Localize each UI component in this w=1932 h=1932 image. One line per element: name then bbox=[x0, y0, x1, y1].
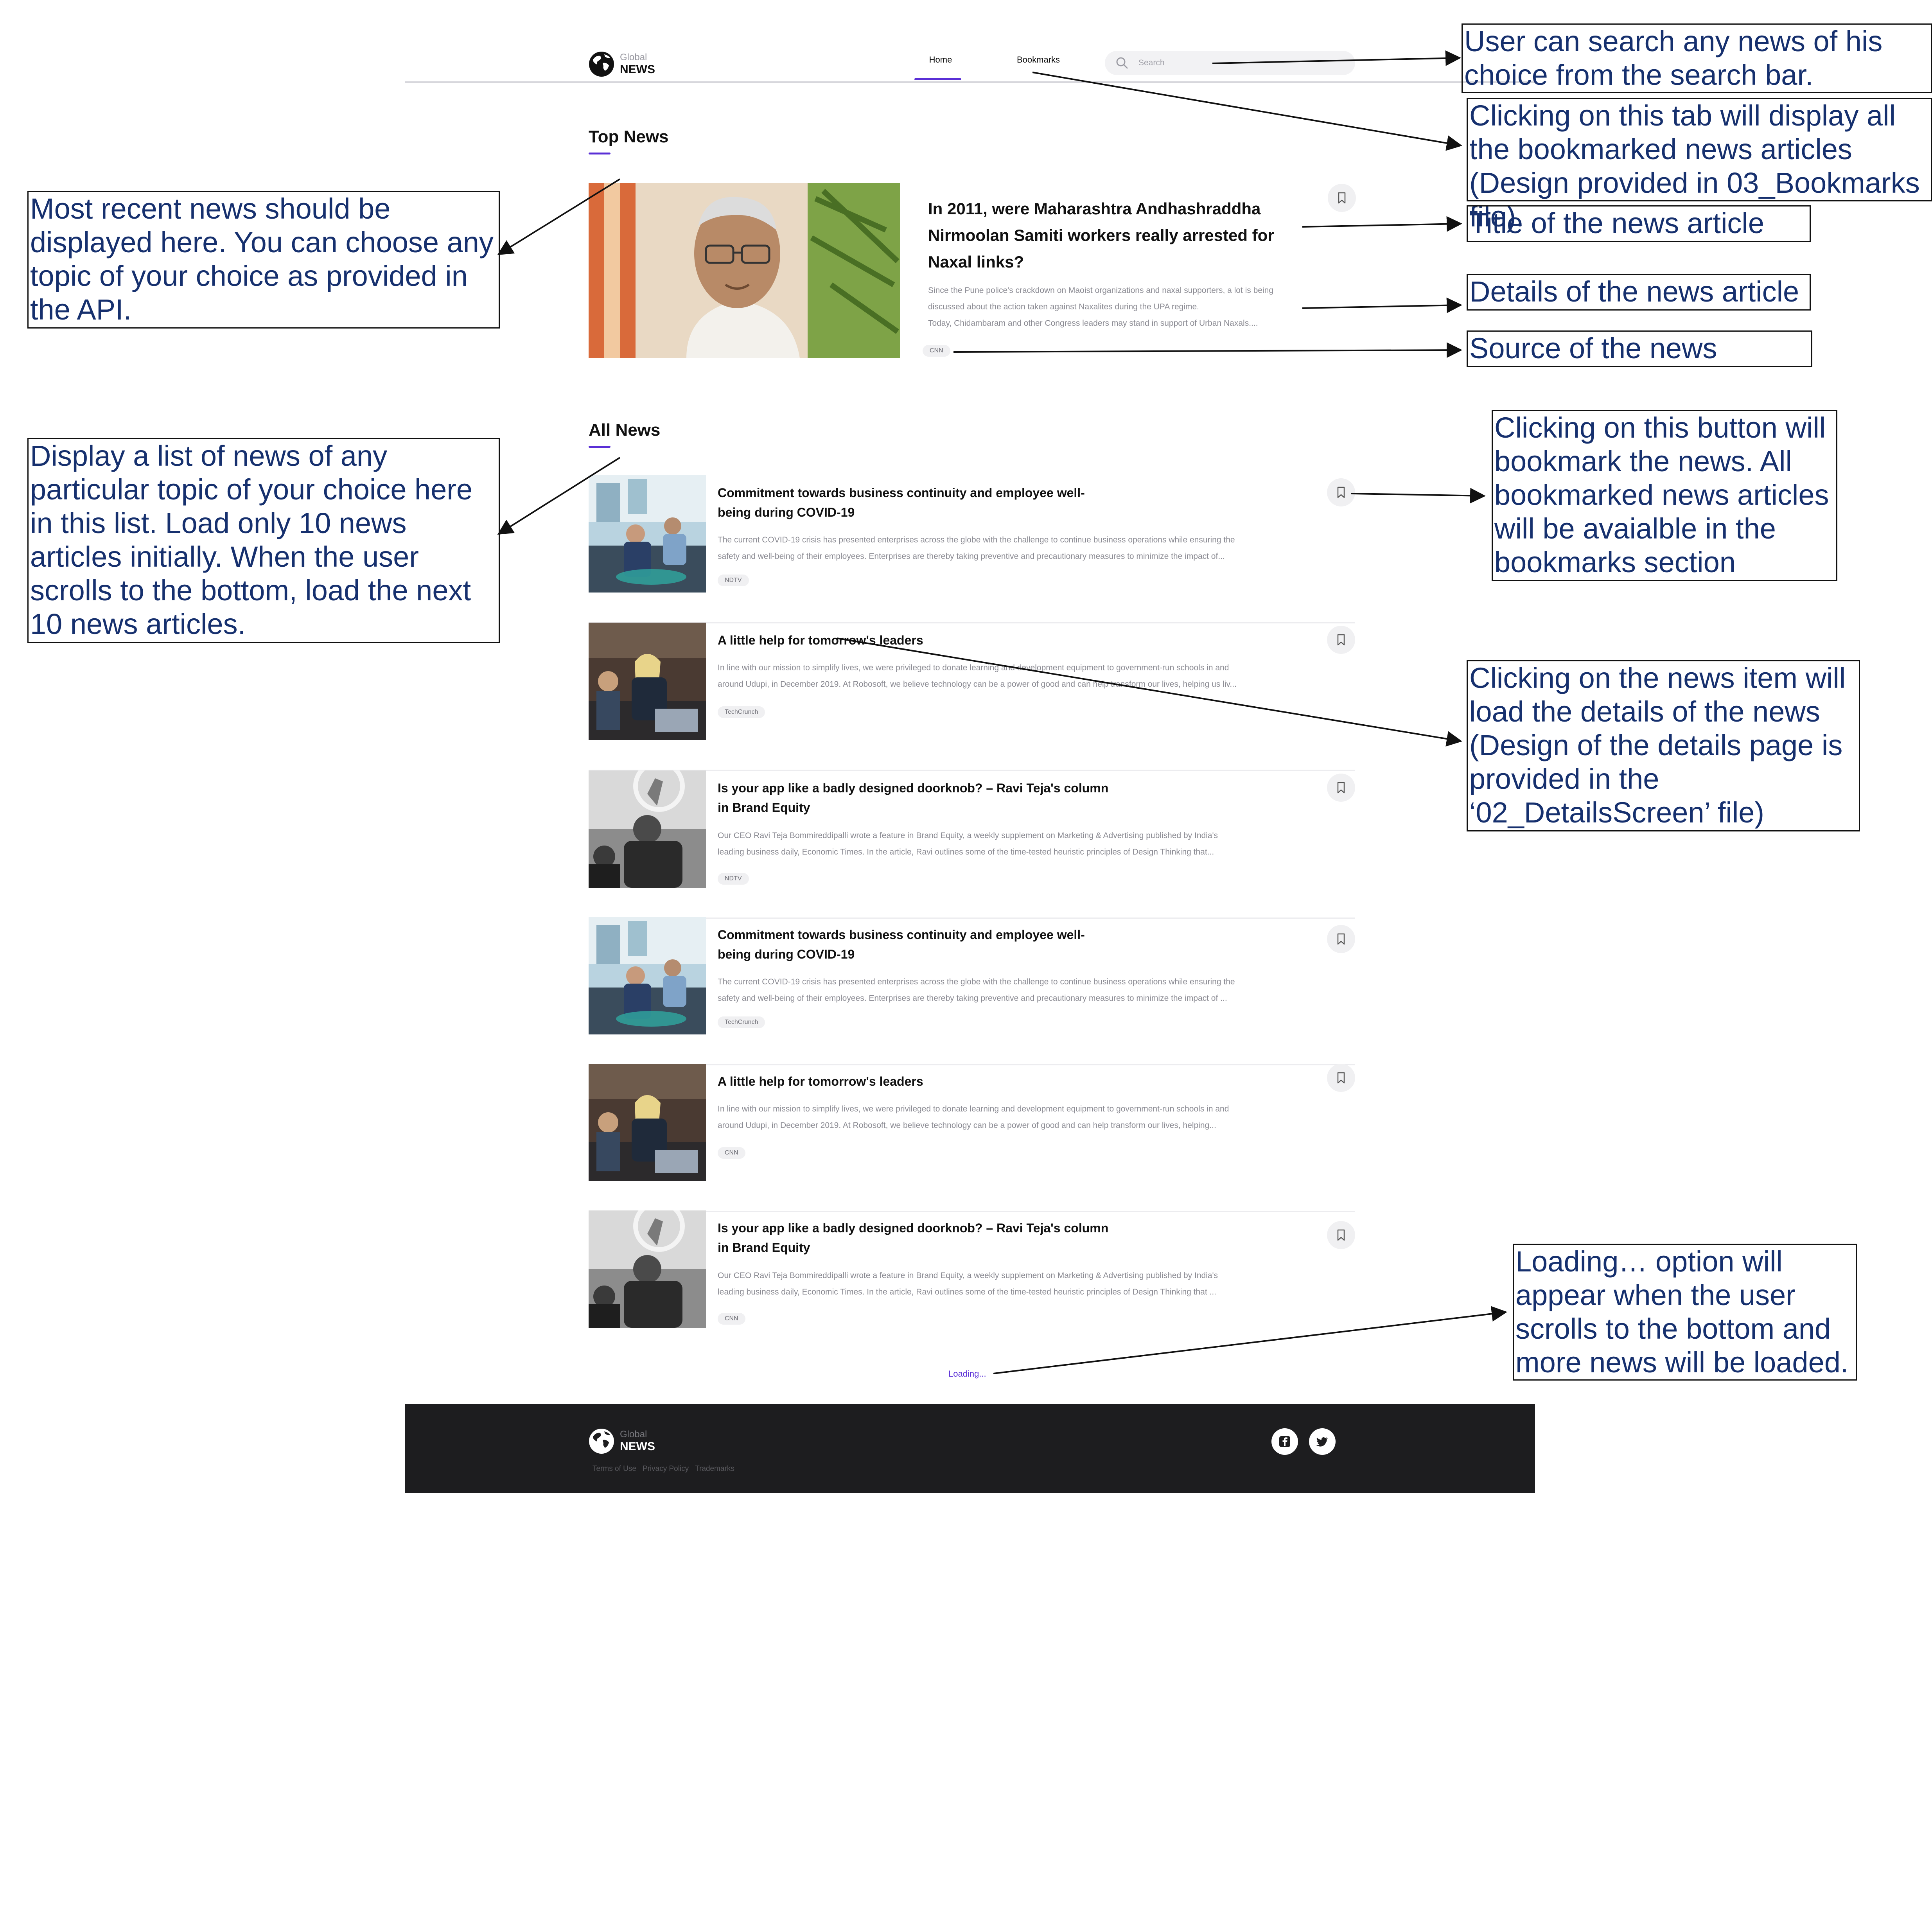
annotation-arrows bbox=[497, 50, 1507, 1374]
